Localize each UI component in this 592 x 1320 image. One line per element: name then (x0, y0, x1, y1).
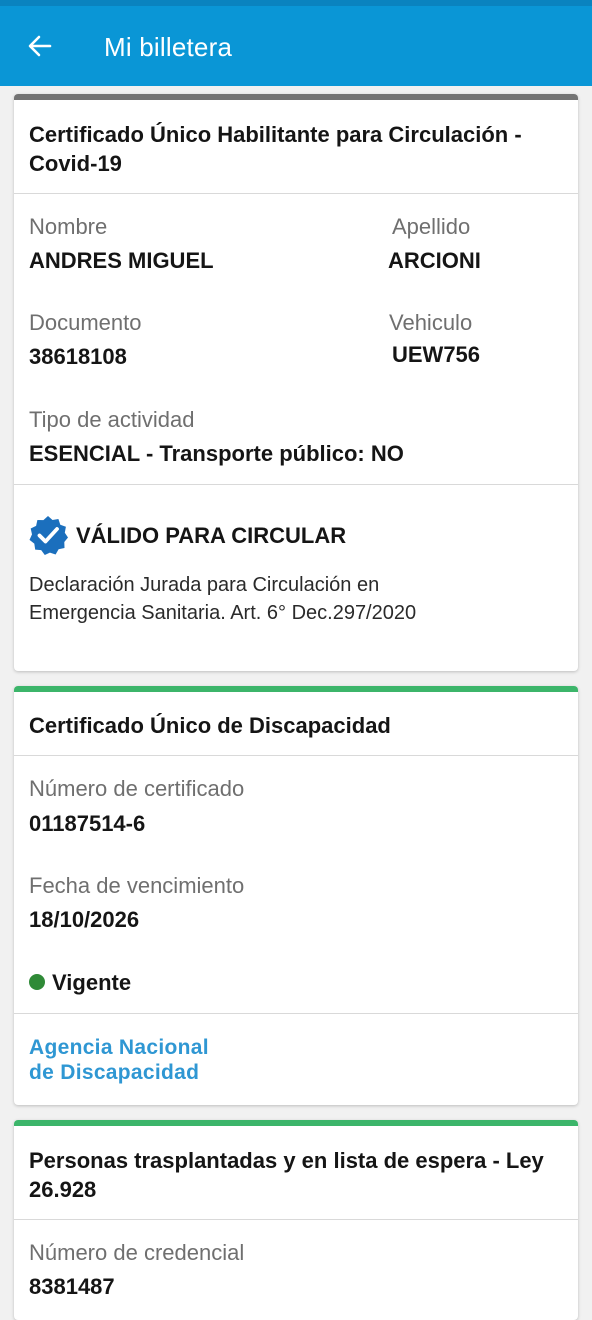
valid-status-label: VÁLIDO PARA CIRCULAR (76, 523, 347, 548)
expiry-date-label: Fecha de vencimiento (29, 873, 245, 898)
declaration-note-line1: Declaración Jurada para Circulación en (29, 574, 380, 596)
declaration-note-line2: Emergencia Sanitaria. Art. 6° Dec.297/20… (29, 602, 417, 624)
vehiculo-label: Vehiculo (389, 310, 473, 335)
nombre-value: ANDRES MIGUEL (29, 248, 214, 273)
documento-value: 38618108 (29, 344, 127, 369)
status-dot-icon (29, 974, 45, 990)
vehiculo-value: UEW756 (392, 342, 481, 367)
apellido-label: Apellido (392, 214, 471, 239)
back-button[interactable] (22, 28, 58, 64)
agency-link-line1: Agencia Nacional (29, 1036, 209, 1059)
card-title: Personas trasplantadas y en lista de esp… (29, 1148, 544, 1202)
verified-badge-icon (29, 516, 68, 555)
expiry-date-value: 18/10/2026 (29, 907, 140, 932)
credential-number-label: Número de credencial (29, 1240, 245, 1265)
status-badge: Vigente (52, 970, 132, 995)
credential-number-value: 8381487 (29, 1274, 115, 1299)
disability-certificate-card[interactable]: Certificado Único de Discapacidad Número… (14, 686, 578, 1105)
certificate-number-value: 01187514-6 (29, 811, 146, 836)
certificate-number-label: Número de certificado (29, 776, 245, 801)
covid-certificate-card[interactable]: Certificado Único Habilitante para Circu… (14, 94, 578, 671)
documento-label: Documento (29, 310, 142, 335)
card-title: Certificado Único Habilitante para Circu… (29, 122, 522, 176)
arrow-back-icon (28, 35, 52, 57)
actividad-value: ESENCIAL - Transporte público: NO (29, 441, 404, 466)
divider (14, 1013, 578, 1014)
agency-link-line2: de Discapacidad (29, 1061, 200, 1084)
actividad-label: Tipo de actividad (29, 407, 195, 432)
divider (14, 755, 578, 756)
divider (14, 484, 578, 485)
app-bar: Mi billetera (0, 0, 592, 86)
nombre-label: Nombre (29, 214, 108, 239)
divider (14, 193, 578, 194)
transplant-credential-card[interactable]: Personas trasplantadas y en lista de esp… (14, 1120, 578, 1320)
apellido-value: ARCIONI (388, 248, 481, 273)
agency-link[interactable]: Agencia Nacional de Discapacidad (29, 1035, 209, 1085)
divider (14, 1219, 578, 1220)
card-title: Certificado Único de Discapacidad (29, 713, 391, 738)
page-title: Mi billetera (104, 32, 233, 62)
